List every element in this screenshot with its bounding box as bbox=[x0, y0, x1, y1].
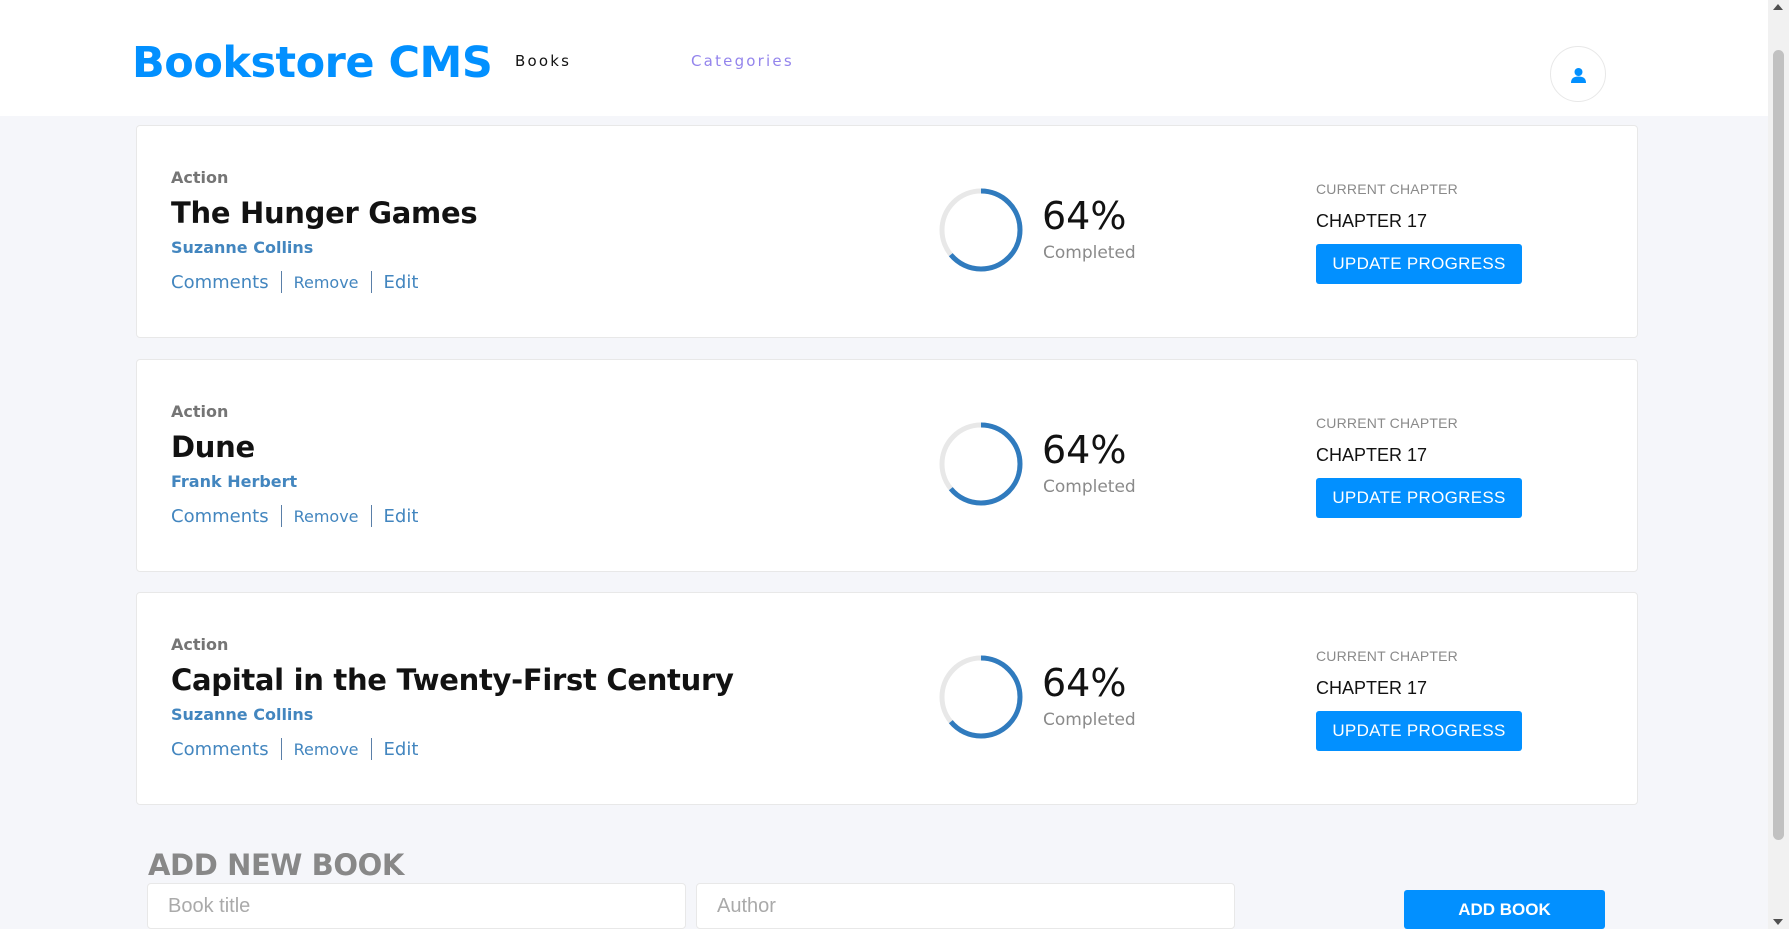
book-category: Action bbox=[171, 402, 229, 421]
action-divider bbox=[280, 738, 282, 760]
progress-ring bbox=[939, 422, 1023, 506]
nav-books-link[interactable]: Books bbox=[515, 52, 571, 70]
edit-button[interactable]: Edit bbox=[384, 272, 419, 293]
edit-button[interactable]: Edit bbox=[384, 739, 419, 760]
action-divider bbox=[370, 271, 372, 293]
scroll-up-arrow-icon[interactable] bbox=[1773, 4, 1783, 10]
book-author: Frank Herbert bbox=[171, 472, 298, 491]
remove-button[interactable]: Remove bbox=[294, 507, 359, 526]
vertical-scrollbar[interactable] bbox=[1768, 0, 1789, 929]
comments-button[interactable]: Comments bbox=[171, 272, 269, 293]
author-input[interactable] bbox=[696, 883, 1235, 929]
current-chapter-label: CURRENT CHAPTER bbox=[1316, 181, 1458, 197]
current-chapter-label: CURRENT CHAPTER bbox=[1316, 648, 1458, 664]
progress-label: Completed bbox=[1043, 710, 1136, 730]
progress-percent: 64% bbox=[1042, 661, 1127, 705]
user-avatar-button[interactable] bbox=[1550, 46, 1606, 102]
update-progress-button[interactable]: UPDATE PROGRESS bbox=[1316, 711, 1522, 751]
add-book-button[interactable]: ADD BOOK bbox=[1404, 890, 1605, 929]
nav-categories-link[interactable]: Categories bbox=[691, 52, 794, 70]
add-book-heading: ADD NEW BOOK bbox=[148, 848, 404, 882]
progress-label: Completed bbox=[1043, 477, 1136, 497]
comments-button[interactable]: Comments bbox=[171, 739, 269, 760]
book-category: Action bbox=[171, 635, 229, 654]
update-progress-button[interactable]: UPDATE PROGRESS bbox=[1316, 244, 1522, 284]
remove-button[interactable]: Remove bbox=[294, 740, 359, 759]
book-card: Action The Hunger Games Suzanne Collins … bbox=[136, 125, 1638, 338]
action-divider bbox=[370, 738, 372, 760]
progress-percent: 64% bbox=[1042, 428, 1127, 472]
action-divider bbox=[370, 505, 372, 527]
book-title: Dune bbox=[171, 430, 255, 464]
book-title: Capital in the Twenty-First Century bbox=[171, 663, 734, 697]
book-author: Suzanne Collins bbox=[171, 238, 314, 257]
book-author: Suzanne Collins bbox=[171, 705, 314, 724]
progress-ring bbox=[939, 655, 1023, 739]
scrollbar-thumb[interactable] bbox=[1773, 50, 1784, 840]
book-card: Action Capital in the Twenty-First Centu… bbox=[136, 592, 1638, 805]
action-divider bbox=[280, 271, 282, 293]
update-progress-button[interactable]: UPDATE PROGRESS bbox=[1316, 478, 1522, 518]
book-actions: Comments Remove Edit bbox=[171, 505, 418, 527]
book-title-input[interactable] bbox=[147, 883, 686, 929]
current-chapter-label: CURRENT CHAPTER bbox=[1316, 415, 1458, 431]
book-title: The Hunger Games bbox=[171, 196, 478, 230]
progress-ring bbox=[939, 188, 1023, 272]
app-logo[interactable]: Bookstore CMS bbox=[132, 38, 493, 88]
edit-button[interactable]: Edit bbox=[384, 506, 419, 527]
progress-percent: 64% bbox=[1042, 194, 1127, 238]
book-actions: Comments Remove Edit bbox=[171, 738, 418, 760]
user-icon bbox=[1571, 68, 1586, 83]
progress-label: Completed bbox=[1043, 243, 1136, 263]
remove-button[interactable]: Remove bbox=[294, 273, 359, 292]
book-category: Action bbox=[171, 168, 229, 187]
scroll-down-arrow-icon[interactable] bbox=[1773, 919, 1783, 925]
current-chapter-value: CHAPTER 17 bbox=[1316, 445, 1428, 465]
action-divider bbox=[280, 505, 282, 527]
comments-button[interactable]: Comments bbox=[171, 506, 269, 527]
header: Bookstore CMS Books Categories bbox=[0, 0, 1768, 116]
book-actions: Comments Remove Edit bbox=[171, 271, 418, 293]
book-card: Action Dune Frank Herbert Comments Remov… bbox=[136, 359, 1638, 572]
current-chapter-value: CHAPTER 17 bbox=[1316, 678, 1428, 698]
current-chapter-value: CHAPTER 17 bbox=[1316, 211, 1428, 231]
